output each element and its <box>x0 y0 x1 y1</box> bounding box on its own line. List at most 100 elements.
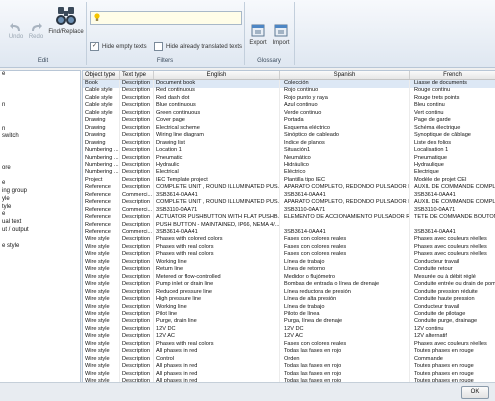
table-row[interactable]: Wire style Description Phases with colored… <box>83 236 495 244</box>
cell-french[interactable]: 12V continu <box>410 326 495 334</box>
table-row[interactable]: Reference Commerci... 3SB3614-0AA41 3SB3614… <box>83 229 495 237</box>
cell-spanish[interactable]: Plantilla tipo IEC <box>280 176 410 185</box>
table-row[interactable]: Wire style Description All phases in red To… <box>83 363 495 371</box>
cell-spanish[interactable]: Hidráulico <box>280 161 410 170</box>
table-row[interactable]: Wire style Description Phases with real co… <box>83 251 495 259</box>
cell-french[interactable]: Phases avec couleurs réelles <box>410 251 495 259</box>
cell-french[interactable]: 3SB3110-0AA71 <box>410 207 495 215</box>
tree-item[interactable]: yle <box>0 196 80 204</box>
cell-french[interactable]: TETE DE COMMANDE BOUTON <box>410 214 495 222</box>
cell-spanish[interactable]: Línea de retorno <box>280 266 410 274</box>
tree-item[interactable]: e style <box>0 243 80 251</box>
cell-french[interactable]: Liste des folios <box>410 140 495 148</box>
tree-item[interactable] <box>0 172 80 180</box>
cell-french[interactable]: Conducteur travail <box>410 259 495 267</box>
cell-spanish[interactable] <box>280 221 410 230</box>
ok-button[interactable]: OK <box>461 386 489 399</box>
table-row[interactable]: Wire style Description Control Orden Command… <box>83 355 495 364</box>
cell-french[interactable]: Phases avec couleurs réelles <box>410 236 495 244</box>
cell-spanish[interactable]: Bombas de entrada o línea de drenaje <box>280 281 410 289</box>
cell-spanish[interactable]: Piloto de línea <box>280 310 410 319</box>
cell-french[interactable]: Localisation 1 <box>410 147 495 155</box>
cell-french[interactable]: Hydraulique <box>410 162 495 170</box>
tree-item[interactable] <box>0 141 80 149</box>
cell-french[interactable]: Liasse de documents <box>410 80 495 88</box>
tree-item[interactable]: tyle <box>0 204 80 212</box>
table-row[interactable]: Wire style Description 12V AC 12V AC 12V alt… <box>83 333 495 341</box>
table-row[interactable]: Reference Description ACTUATOR PUSHBUTTON … <box>83 214 495 222</box>
cell-french[interactable]: Synoptique de câblage <box>410 132 495 140</box>
table-row[interactable]: Wire style Description All phases in red To… <box>83 348 495 356</box>
tree-item[interactable]: switch <box>0 133 80 141</box>
cell-french[interactable]: Toutes phases en rouge <box>410 363 495 371</box>
table-row[interactable]: Wire style Description Purge, drain line Pu… <box>83 318 495 326</box>
cell-spanish[interactable]: 12V DC <box>280 325 410 334</box>
cell-french[interactable]: AUXIL DE COMMANDE COMPLE <box>410 199 495 207</box>
tree-item[interactable]: ut / output <box>0 227 80 235</box>
tree-item[interactable]: ing group <box>0 188 80 196</box>
table-row[interactable]: Project Description IEC Template project Pl… <box>83 176 495 185</box>
table-row[interactable]: Wire style Description Pump inlet or drain… <box>83 281 495 289</box>
cell-french[interactable]: AUXIL DE COMMANDE COMPLE <box>410 184 495 192</box>
table-row[interactable]: Wire style Description Reduced pressure li… <box>83 288 495 297</box>
cell-spanish[interactable]: Sinóptico de cableado <box>280 132 410 140</box>
tree-item[interactable]: n <box>0 102 80 110</box>
cell-spanish[interactable]: Línea de trabajo <box>280 258 410 267</box>
cell-spanish[interactable]: Colección <box>280 80 410 88</box>
cell-french[interactable]: Page de garde <box>410 117 495 125</box>
import-button[interactable]: Import <box>270 22 292 46</box>
table-row[interactable]: Reference Description COMPLETE UNIT , ROUN… <box>83 199 495 207</box>
cell-spanish[interactable]: Fases con colores reales <box>280 243 410 252</box>
tree-item[interactable] <box>0 110 80 118</box>
table-row[interactable]: Drawing Description Wiring line diagram Sin… <box>83 132 495 140</box>
table-row[interactable]: Wire style Description Pilot line Piloto de… <box>83 310 495 319</box>
cell-french[interactable]: Mesurée ou à débit réglé <box>410 274 495 282</box>
cell-french[interactable]: Bleu continu <box>410 102 495 110</box>
tree-item[interactable] <box>0 149 80 157</box>
redo-button[interactable]: Redo <box>26 22 46 40</box>
cell-spanish[interactable]: Todas las fases en rojo <box>280 348 410 356</box>
table-row[interactable]: Wire style Description Return line Línea de… <box>83 266 495 274</box>
cell-french[interactable]: Rouge trets points <box>410 95 495 103</box>
table-row[interactable]: Reference Description PUSH BUTTON - MAINTA… <box>83 221 495 230</box>
cell-french[interactable] <box>410 222 495 230</box>
table-row[interactable]: Numbering ... Description Pneumatic Neumáti… <box>83 154 495 162</box>
cell-french[interactable]: Toutes phases en rouge <box>410 371 495 379</box>
table-row[interactable]: Numbering ... Description Electrical Eléctr… <box>83 169 495 177</box>
cell-french[interactable]: Commande <box>410 356 495 364</box>
tree-item[interactable] <box>0 235 80 243</box>
cell-french[interactable]: Conduite de pilotage <box>410 311 495 319</box>
cell-spanish[interactable]: Verde continuo <box>280 109 410 118</box>
cell-french[interactable]: 3SB3614-0AA41 <box>410 229 495 237</box>
object-type-tree[interactable]: e n n switch ore e ing group yle tyle e ual text ut… <box>0 70 81 383</box>
tree-item[interactable]: n <box>0 126 80 134</box>
tree-item[interactable] <box>0 87 80 95</box>
cell-spanish[interactable]: Todas las fases en rojo <box>280 363 410 371</box>
table-row[interactable]: Wire style Description High pressure line L… <box>83 296 495 304</box>
cell-french[interactable]: Conduite purge, drainage <box>410 318 495 326</box>
tree-item[interactable] <box>0 94 80 102</box>
cell-french[interactable]: Conduite pression réduite <box>410 289 495 297</box>
cell-spanish[interactable]: 3SB3614-0AA41 <box>280 229 410 237</box>
find-replace-button[interactable]: Find/Replace <box>48 5 84 35</box>
tree-item[interactable]: ore <box>0 165 80 173</box>
cell-spanish[interactable]: Medidor o flujómetro <box>280 273 410 282</box>
cell-spanish[interactable]: 3SB3110-0AA71 <box>280 206 410 215</box>
cell-spanish[interactable]: Fases con colores reales <box>280 340 410 349</box>
cell-french[interactable]: 12V alternatif <box>410 333 495 341</box>
hide-translated-checkbox[interactable]: Hide already translated texts <box>154 42 242 51</box>
cell-french[interactable]: Conduite entrée ou drain de pompe <box>410 281 495 289</box>
cell-french[interactable]: Phases avec couleurs réelles <box>410 341 495 349</box>
cell-spanish[interactable]: Situación1 <box>280 147 410 155</box>
cell-spanish[interactable]: Neumático <box>280 154 410 162</box>
table-row[interactable]: Book Description Document book Colección Lia… <box>83 80 495 88</box>
cell-spanish[interactable]: APARATO COMPLETO, REDONDO PULSADOR LU... <box>280 199 410 207</box>
cell-french[interactable]: Vert continu <box>410 110 495 118</box>
cell-french[interactable]: Conduite haute pression <box>410 296 495 304</box>
column-header-object-type[interactable]: Object type <box>83 71 120 79</box>
cell-spanish[interactable]: Esquema eléctrico <box>280 124 410 133</box>
tree-item[interactable]: e <box>0 71 80 79</box>
table-row[interactable]: Cable style Description Green continuous Ve… <box>83 109 495 118</box>
table-row[interactable]: Wire style Description Metered or flow-con… <box>83 273 495 282</box>
cell-spanish[interactable]: Todas las fases en rojo <box>280 370 410 379</box>
